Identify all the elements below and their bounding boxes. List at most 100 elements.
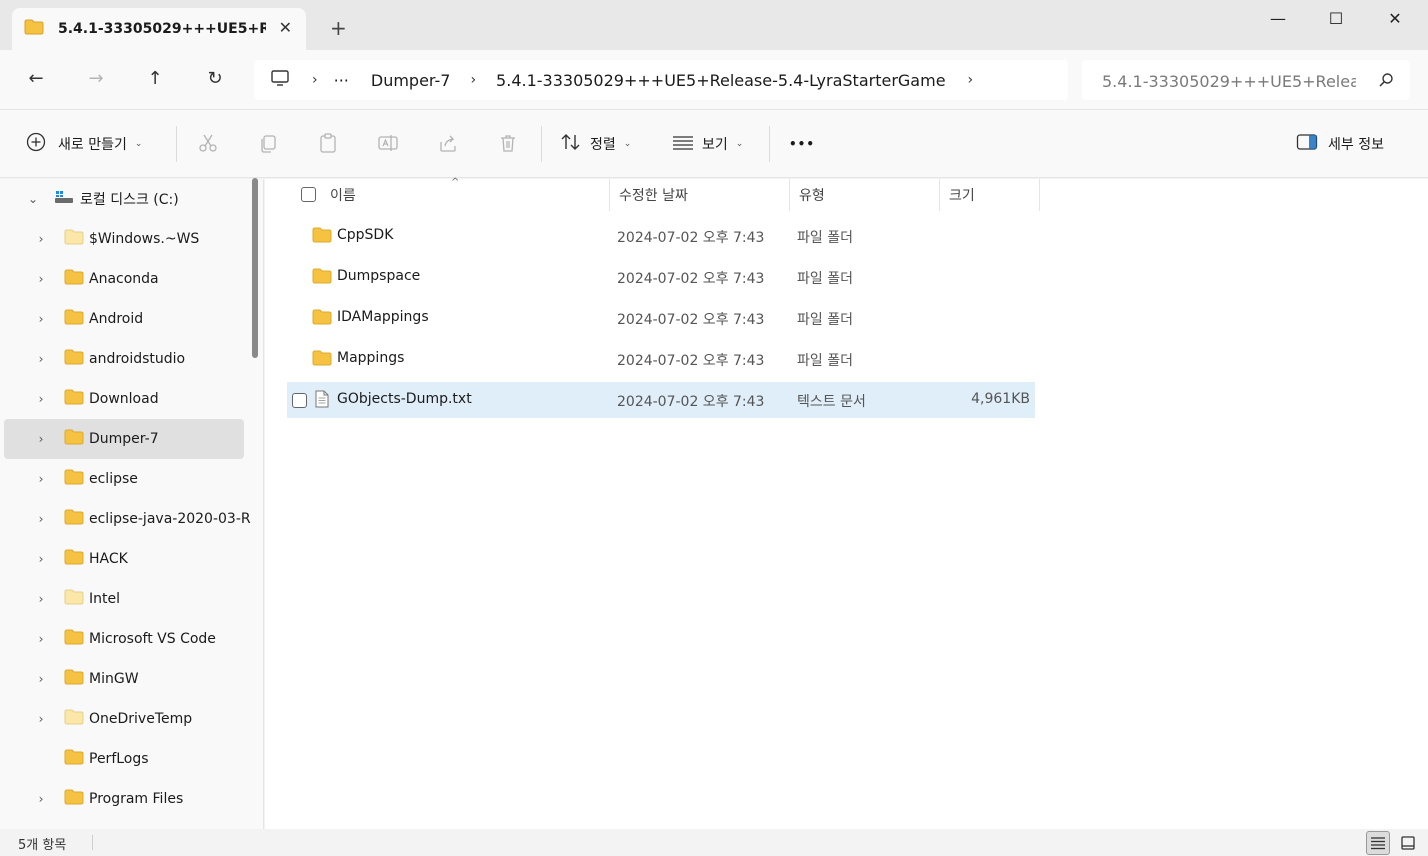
search-icon[interactable]	[1378, 72, 1394, 88]
tree-item-local-disk[interactable]: ⌄ 로컬 디스크 (C:)	[4, 179, 244, 219]
search-input[interactable]: 5.4.1-33305029+++UE5+Release-5.4-LyraSta…	[1102, 68, 1356, 92]
details-view-icon	[1371, 837, 1385, 850]
sidebar-item[interactable]: › eclipse-java-2020-03-R	[4, 499, 251, 539]
text-file-icon	[314, 390, 330, 412]
details-view-button[interactable]	[1366, 831, 1390, 855]
chevron-right-icon[interactable]: ›	[34, 432, 48, 446]
forward-button[interactable]: →	[84, 68, 108, 92]
tiles-view-button[interactable]	[1396, 831, 1420, 855]
refresh-button[interactable]: ↻	[203, 68, 227, 92]
chevron-right-icon[interactable]: ›	[34, 352, 48, 366]
file-row[interactable]: CppSDK 2024-07-02 오후 7:43 파일 폴더	[287, 218, 1035, 254]
select-all-checkbox[interactable]	[301, 187, 316, 202]
sidebar-item-label: Anaconda	[89, 271, 159, 287]
file-size: 4,961KB	[971, 391, 1030, 407]
maximize-button[interactable]: ☐	[1326, 10, 1346, 30]
new-tab-button[interactable]: +	[330, 18, 347, 38]
share-icon[interactable]	[436, 132, 460, 156]
chevron-down-icon[interactable]: ⌄	[26, 192, 40, 206]
chevron-right-icon[interactable]: ›	[34, 672, 48, 686]
cut-icon[interactable]	[196, 132, 220, 156]
sidebar-item[interactable]: › Microsoft VS Code	[4, 619, 244, 659]
chevron-right-icon[interactable]: ›	[34, 792, 48, 806]
row-checkbox[interactable]	[292, 393, 307, 408]
view-list-icon	[672, 132, 694, 156]
chevron-right-icon[interactable]: ›	[34, 232, 48, 246]
sidebar-item[interactable]: › Anaconda	[4, 259, 244, 299]
navigation-pane[interactable]: ⌄ 로컬 디스크 (C:) › $Windows.~WS › Anaconda › And…	[0, 179, 264, 829]
sidebar-item[interactable]: › Download	[4, 379, 244, 419]
chevron-right-icon[interactable]: ›	[34, 472, 48, 486]
close-tab-icon[interactable]: ✕	[279, 20, 292, 36]
chevron-right-icon[interactable]: ›	[34, 272, 48, 286]
window-close-button[interactable]: ✕	[1385, 10, 1405, 30]
sidebar-item-label: Download	[89, 391, 159, 407]
sidebar-item[interactable]: › MinGW	[4, 659, 244, 699]
file-row[interactable]: Mappings 2024-07-02 오후 7:43 파일 폴더	[287, 341, 1035, 377]
file-type: 파일 폴더	[797, 353, 853, 369]
sidebar-item[interactable]: › Intel	[4, 579, 244, 619]
rename-icon[interactable]	[376, 132, 400, 156]
file-row[interactable]: Dumpspace 2024-07-02 오후 7:43 파일 폴더	[287, 259, 1035, 295]
sidebar-item[interactable]: PerfLogs	[4, 739, 244, 779]
more-options-button[interactable]: •••	[789, 132, 815, 156]
computer-icon[interactable]	[270, 69, 290, 91]
column-header-size[interactable]: 크기	[940, 179, 1040, 211]
file-list-pane[interactable]: ^ 이름 수정한 날짜 유형 크기 CppSDK 2024-07-02 오후 7:…	[265, 177, 1428, 829]
sidebar-item[interactable]: › $Windows.~WS	[4, 219, 244, 259]
new-item-label: 새로 만들기	[58, 137, 127, 153]
sidebar-item[interactable]: › OneDriveTemp	[4, 699, 244, 739]
column-header-type[interactable]: 유형	[790, 179, 940, 211]
breadcrumb-separator[interactable]: ›	[312, 72, 318, 88]
tiles-view-icon	[1401, 836, 1415, 850]
chevron-right-icon[interactable]: ›	[34, 392, 48, 406]
file-row[interactable]: GObjects-Dump.txt 2024-07-02 오후 7:43 텍스트 문…	[287, 382, 1035, 418]
status-bar: 5개 항목	[0, 829, 1428, 856]
address-bar[interactable]: › ··· Dumper-7 › 5.4.1-33305029+++UE5+Re…	[254, 60, 1068, 100]
minimize-button[interactable]: —	[1268, 10, 1288, 30]
view-button[interactable]: 보기 ⌄	[672, 132, 743, 156]
breadcrumb-separator[interactable]: ›	[968, 72, 974, 88]
column-header-date[interactable]: 수정한 날짜	[610, 179, 790, 211]
sort-button[interactable]: 정렬 ⌄	[560, 132, 631, 156]
breadcrumb-separator[interactable]: ›	[470, 72, 476, 88]
details-pane-button[interactable]: 세부 정보	[1296, 132, 1384, 156]
tab-current-folder[interactable]: 5.4.1-33305029+++UE5+Release-5.4-LyraSta…	[12, 8, 306, 50]
sidebar-item[interactable]: › eclipse	[4, 459, 244, 499]
chevron-right-icon[interactable]: ›	[34, 512, 48, 526]
sidebar-item-label: androidstudio	[89, 351, 186, 367]
sidebar-scrollbar[interactable]	[252, 178, 258, 358]
new-item-button[interactable]: 새로 만들기 ⌄	[26, 132, 142, 156]
sidebar-item[interactable]: › Dumper-7	[4, 419, 244, 459]
up-button[interactable]: ↑	[143, 68, 167, 92]
folder-icon	[64, 789, 84, 809]
breadcrumb-dumper-7[interactable]: Dumper-7	[371, 71, 451, 90]
file-type: 파일 폴더	[797, 312, 853, 328]
sidebar-item[interactable]: › Program Files	[4, 779, 244, 819]
file-row[interactable]: IDAMappings 2024-07-02 오후 7:43 파일 폴더	[287, 300, 1035, 336]
back-button[interactable]: ←	[24, 68, 48, 92]
breadcrumb-current-folder[interactable]: 5.4.1-33305029+++UE5+Release-5.4-LyraSta…	[496, 71, 946, 90]
sort-icon	[560, 132, 582, 156]
file-date: 2024-07-02 오후 7:43	[617, 353, 765, 369]
chevron-right-icon[interactable]: ›	[34, 712, 48, 726]
search-box[interactable]: 5.4.1-33305029+++UE5+Release-5.4-LyraSta…	[1082, 60, 1410, 100]
chevron-right-icon[interactable]: ›	[34, 312, 48, 326]
folder-icon	[312, 350, 332, 370]
chevron-right-icon[interactable]: ›	[34, 592, 48, 606]
sidebar-item-label: Dumper-7	[89, 431, 159, 447]
sidebar-item[interactable]: › androidstudio	[4, 339, 244, 379]
sidebar-item[interactable]: › HACK	[4, 539, 244, 579]
column-header-label: 유형	[799, 188, 825, 204]
breadcrumb-overflow[interactable]: ···	[334, 71, 349, 90]
sidebar-item-label: Intel	[89, 591, 120, 607]
paste-icon[interactable]	[316, 132, 340, 156]
folder-icon	[312, 268, 332, 288]
folder-icon	[64, 709, 84, 729]
copy-icon[interactable]	[256, 132, 280, 156]
column-header-name[interactable]: 이름	[321, 179, 610, 211]
chevron-right-icon[interactable]: ›	[34, 552, 48, 566]
delete-icon[interactable]	[496, 132, 520, 156]
chevron-right-icon[interactable]: ›	[34, 632, 48, 646]
sidebar-item[interactable]: › Android	[4, 299, 244, 339]
